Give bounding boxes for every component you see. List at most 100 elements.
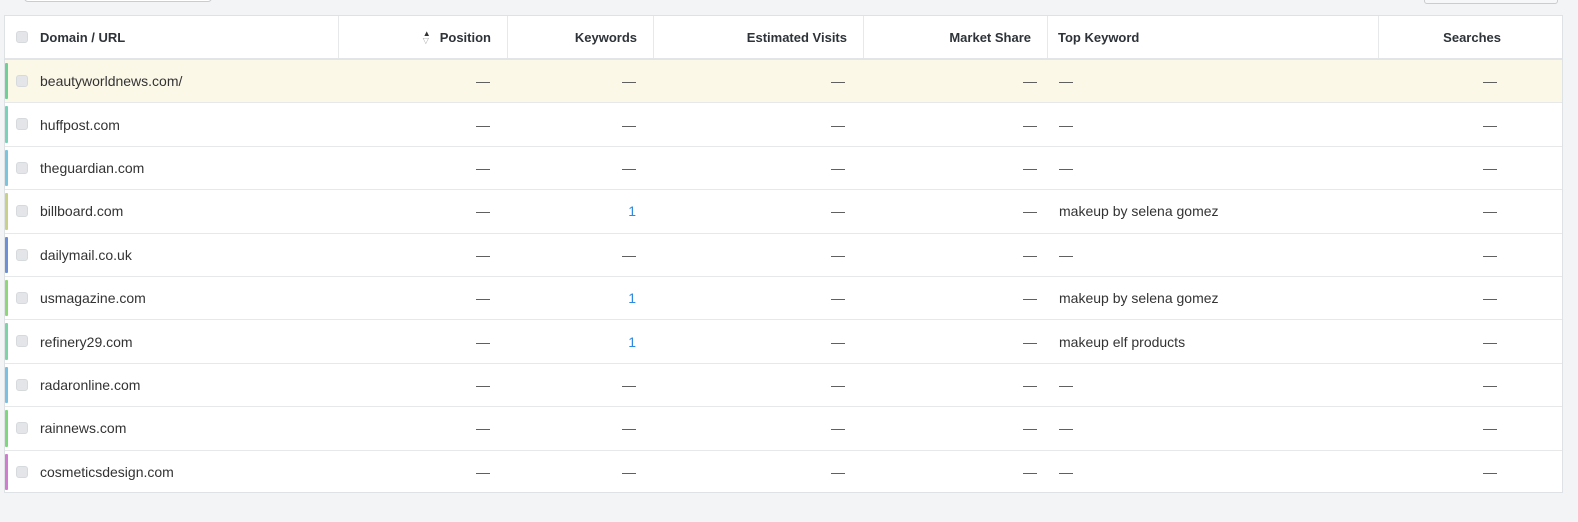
row-checkbox[interactable] (16, 422, 28, 435)
row-checkbox[interactable] (16, 248, 28, 261)
domain-link[interactable]: theguardian.com (40, 147, 144, 189)
top-keyword-cell: — (1059, 159, 1073, 176)
table-row[interactable]: rainnews.com — — — — — — (5, 407, 1562, 451)
row-checkbox[interactable] (16, 75, 28, 87)
column-position[interactable]: ▲ ▽ Position (339, 16, 508, 58)
domain-link[interactable]: usmagazine.com (40, 277, 146, 319)
column-searches[interactable]: Searches (1379, 16, 1562, 58)
domain-link[interactable]: huffpost.com (40, 103, 120, 145)
domain-link[interactable]: radaronline.com (40, 364, 140, 406)
position-cell: — (476, 420, 490, 437)
row-color-bar (5, 236, 8, 273)
position-cell: — (476, 159, 490, 176)
keywords-cell: — (622, 246, 636, 263)
searches-cell: — (1483, 73, 1497, 90)
position-cell: — (476, 203, 490, 220)
select-all-checkbox[interactable] (16, 31, 28, 43)
share-cell: — (1023, 116, 1037, 133)
searches-cell: — (1483, 246, 1497, 263)
table-row[interactable]: usmagazine.com — 1 — — makeup by selena gomez… (5, 277, 1562, 321)
table-row[interactable]: radaronline.com — — — — — — (5, 364, 1562, 408)
row-checkbox[interactable] (16, 378, 28, 391)
table-row[interactable]: cosmeticsdesign.com — — — — — — (5, 451, 1562, 494)
searches-cell: — (1483, 463, 1497, 480)
keywords-cell[interactable]: 1 (628, 190, 636, 232)
top-keyword-cell: — (1059, 73, 1073, 90)
domain-link[interactable]: rainnews.com (40, 407, 126, 449)
row-color-bar (5, 410, 8, 447)
searches-cell: — (1483, 376, 1497, 393)
keywords-cell[interactable]: 1 (628, 277, 636, 319)
top-keyword-cell: — (1059, 420, 1073, 437)
sort-icon[interactable]: ▲ ▽ (423, 30, 431, 45)
keywords-cell: — (622, 116, 636, 133)
column-keywords[interactable]: Keywords (508, 16, 654, 58)
domain-link[interactable]: refinery29.com (40, 320, 133, 362)
row-checkbox[interactable] (16, 205, 28, 218)
table-row[interactable]: billboard.com — 1 — — makeup by selena gomez — (5, 190, 1562, 234)
export-button[interactable] (1424, 0, 1558, 4)
top-keyword-cell: — (1059, 246, 1073, 263)
column-share[interactable]: Market Share (864, 16, 1048, 58)
position-cell: — (476, 376, 490, 393)
top-keyword-cell: makeup elf products (1059, 333, 1186, 350)
top-keyword-cell: makeup by selena gomez (1059, 290, 1219, 307)
keywords-cell: — (622, 463, 636, 480)
share-cell: — (1023, 246, 1037, 263)
table-header: Domain / URL ▲ ▽ Position Keywords Estima… (5, 16, 1562, 60)
share-cell: — (1023, 333, 1037, 350)
share-cell: — (1023, 290, 1037, 307)
visits-cell: — (831, 376, 845, 393)
searches-cell: — (1483, 159, 1497, 176)
row-checkbox[interactable] (16, 161, 28, 174)
row-color-bar (5, 453, 8, 490)
share-cell: — (1023, 159, 1037, 176)
searches-cell: — (1483, 290, 1497, 307)
column-top-keyword[interactable]: Top Keyword (1048, 16, 1379, 58)
row-checkbox[interactable] (16, 335, 28, 348)
table-body: beautyworldnews.com/ — — — — — — huffpost.com — —… (5, 60, 1562, 494)
column-domain-label: Domain / URL (40, 29, 126, 45)
table-row[interactable]: dailymail.co.uk — — — — — — (5, 234, 1562, 277)
row-color-bar (5, 63, 8, 100)
domain-link[interactable]: dailymail.co.uk (40, 234, 132, 276)
position-cell: — (476, 246, 490, 263)
column-top-keyword-label: Top Keyword (1058, 29, 1140, 45)
visits-cell: — (831, 290, 845, 307)
keywords-cell: — (622, 73, 636, 90)
share-cell: — (1023, 376, 1037, 393)
top-keyword-cell: — (1059, 463, 1073, 480)
share-cell: — (1023, 463, 1037, 480)
row-color-bar (5, 279, 8, 317)
table-row[interactable]: theguardian.com — — — — — — (5, 147, 1562, 191)
share-cell: — (1023, 203, 1037, 220)
visits-cell: — (831, 420, 845, 437)
table-row[interactable]: huffpost.com — — — — — — (5, 103, 1562, 147)
top-keyword-cell: — (1059, 116, 1073, 133)
column-domain[interactable]: Domain / URL (5, 16, 339, 58)
row-checkbox[interactable] (16, 291, 28, 304)
row-color-bar (5, 149, 8, 187)
position-cell: — (476, 463, 490, 480)
column-visits[interactable]: Estimated Visits (654, 16, 864, 58)
domain-link[interactable]: beautyworldnews.com/ (40, 60, 182, 102)
column-keywords-label: Keywords (574, 29, 637, 45)
page-background (0, 493, 1578, 522)
searches-cell: — (1483, 116, 1497, 133)
domain-link[interactable]: billboard.com (40, 190, 123, 232)
domains-table: Domain / URL ▲ ▽ Position Keywords Estima… (4, 15, 1563, 494)
top-keyword-cell: — (1059, 376, 1073, 393)
share-cell: — (1023, 420, 1037, 437)
table-row[interactable]: beautyworldnews.com/ — — — — — — (5, 60, 1562, 104)
row-checkbox[interactable] (16, 118, 28, 131)
visits-cell: — (831, 463, 845, 480)
domain-link[interactable]: cosmeticsdesign.com (40, 451, 174, 493)
keywords-cell: — (622, 376, 636, 393)
visits-cell: — (831, 333, 845, 350)
row-checkbox[interactable] (16, 465, 28, 478)
search-input[interactable] (24, 0, 212, 2)
row-color-bar (5, 106, 8, 143)
toolbar (0, 0, 1578, 14)
table-row[interactable]: refinery29.com — 1 — — makeup elf products — (5, 320, 1562, 364)
keywords-cell[interactable]: 1 (628, 320, 636, 362)
